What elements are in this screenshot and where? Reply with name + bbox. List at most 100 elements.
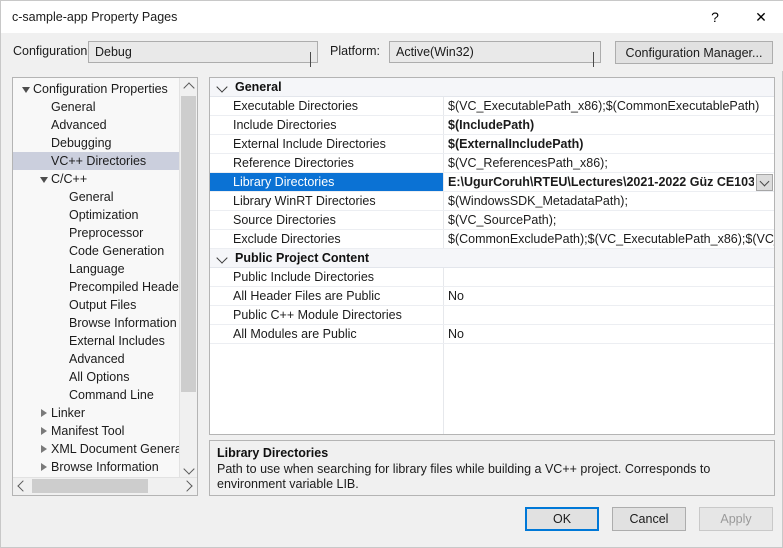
chevron-down-icon[interactable] [216, 81, 228, 93]
tree-item-label: Browse Information [69, 316, 177, 330]
tree-item-optimization[interactable]: Optimization [13, 206, 180, 224]
property-value[interactable]: No [444, 287, 774, 305]
close-button[interactable]: ✕ [738, 1, 783, 32]
tree-horizontal-scroll-thumb[interactable] [32, 479, 148, 493]
property-name: Include Directories [233, 118, 337, 132]
tree-item-language[interactable]: Language [13, 260, 180, 278]
scroll-right-button[interactable] [180, 478, 197, 494]
close-icon: ✕ [755, 8, 767, 25]
grid-row-exclude-directories[interactable]: Exclude Directories $(CommonExcludePath);… [210, 230, 774, 249]
grid-row-include-directories[interactable]: Include Directories $(IncludePath) [210, 116, 774, 135]
tree-item-xml-document-generator[interactable]: XML Document Generator [13, 440, 180, 458]
property-grid-rows: General Executable Directories $(VC_Execut… [210, 78, 774, 344]
property-value-dropdown-button[interactable] [756, 174, 773, 191]
tree-item-label: Preprocessor [69, 226, 144, 240]
property-name: Exclude Directories [233, 232, 341, 246]
grid-row-library-directories[interactable]: Library Directories E:\UgurCoruh\RTEU\Lec… [210, 173, 774, 192]
tree-horizontal-scrollbar[interactable] [13, 477, 197, 495]
configuration-tree-panel: Configuration Properties General Advanced D… [12, 77, 198, 496]
grid-row-executable-directories[interactable]: Executable Directories $(VC_ExecutablePat… [210, 97, 774, 116]
tree-item-label: Manifest Tool [51, 424, 125, 438]
triangle-right-icon[interactable] [37, 404, 51, 421]
tree-item-browse-information[interactable]: Browse Information [13, 458, 180, 476]
grid-row-public-include-directories[interactable]: Public Include Directories [210, 268, 774, 287]
configuration-tree[interactable]: Configuration Properties General Advanced D… [13, 80, 180, 476]
scroll-up-button[interactable] [180, 78, 197, 95]
tree-item-preprocessor[interactable]: Preprocessor [13, 224, 180, 242]
tree-item-command-line[interactable]: Command Line [13, 386, 180, 404]
tree-item-vc-directories[interactable]: VC++ Directories [13, 152, 180, 170]
property-name: All Modules are Public [233, 327, 357, 341]
grid-row-library-winrt-directories[interactable]: Library WinRT Directories $(WindowsSDK_Me… [210, 192, 774, 211]
tree-item-configuration-properties[interactable]: Configuration Properties [13, 80, 180, 98]
tree-item-general[interactable]: General [13, 188, 180, 206]
grid-row-source-directories[interactable]: Source Directories $(VC_SourcePath); [210, 211, 774, 230]
tree-item-browse-information[interactable]: Browse Information [13, 314, 180, 332]
triangle-right-icon[interactable] [37, 440, 51, 457]
tree-item-label: Output Files [69, 298, 137, 312]
configuration-value: Debug [95, 45, 132, 59]
platform-label: Platform: [330, 44, 381, 58]
property-pages-dialog: c-sample-app Property Pages ? ✕ Configur… [0, 0, 783, 548]
tree-item-advanced[interactable]: Advanced [13, 116, 180, 134]
chevron-down-icon[interactable] [216, 252, 228, 264]
grid-row-public-c-module-directories[interactable]: Public C++ Module Directories [210, 306, 774, 325]
property-value[interactable]: $(VC_SourcePath); [444, 211, 774, 229]
tree-item-label: External Includes [69, 334, 165, 348]
tree-item-all-options[interactable]: All Options [13, 368, 180, 386]
tree-item-c-c[interactable]: C/C++ [13, 170, 180, 188]
triangle-right-icon[interactable] [37, 422, 51, 439]
triangle-right-icon[interactable] [37, 458, 51, 475]
tree-item-general[interactable]: General [13, 98, 180, 116]
tree-item-linker[interactable]: Linker [13, 404, 180, 422]
tree-item-label: C/C++ [51, 172, 88, 186]
tree-item-manifest-tool[interactable]: Manifest Tool [13, 422, 180, 440]
grid-category-general[interactable]: General [210, 78, 774, 97]
property-name: Source Directories [233, 213, 336, 227]
property-value[interactable]: $(IncludePath) [444, 116, 774, 134]
property-value[interactable] [444, 268, 774, 286]
property-value[interactable]: No [444, 325, 774, 343]
triangle-down-icon[interactable] [19, 80, 33, 97]
platform-dropdown[interactable]: Active(Win32) [389, 41, 601, 67]
configuration-manager-button[interactable]: Configuration Manager... [615, 41, 773, 64]
tree-item-label: All Options [69, 370, 130, 384]
property-value[interactable]: $(VC_ExecutablePath_x86);$(CommonExecuta… [444, 97, 774, 115]
tree-vertical-scrollbar[interactable] [179, 78, 197, 479]
cancel-button[interactable]: Cancel [612, 507, 686, 531]
tree-item-label: Debugging [51, 136, 112, 150]
tree-item-debugging[interactable]: Debugging [13, 134, 180, 152]
grid-category-label: General [235, 80, 282, 94]
tree-item-label: VC++ Directories [51, 154, 147, 168]
tree-item-code-generation[interactable]: Code Generation [13, 242, 180, 260]
property-value[interactable]: $(WindowsSDK_MetadataPath); [444, 192, 774, 210]
grid-row-all-modules-are-public[interactable]: All Modules are Public No [210, 325, 774, 344]
tree-item-external-includes[interactable]: External Includes [13, 332, 180, 350]
description-title: Library Directories [217, 446, 329, 460]
ok-button[interactable]: OK [525, 507, 599, 531]
chevron-up-icon [182, 82, 195, 94]
grid-row-reference-directories[interactable]: Reference Directories $(VC_ReferencesPath… [210, 154, 774, 173]
tree-item-output-files[interactable]: Output Files [13, 296, 180, 314]
grid-category-public-project-content[interactable]: Public Project Content [210, 249, 774, 268]
property-value[interactable]: $(CommonExcludePath);$(VC_ExecutablePath… [444, 230, 774, 248]
tree-item-advanced[interactable]: Advanced [13, 350, 180, 368]
tree-item-precompiled-headers[interactable]: Precompiled Headers [13, 278, 180, 296]
tree-vertical-scroll-thumb[interactable] [181, 96, 196, 392]
property-value[interactable]: $(VC_ReferencesPath_x86); [444, 154, 774, 172]
window-title: c-sample-app Property Pages [12, 10, 178, 24]
description-panel: Library Directories Path to use when sea… [209, 440, 775, 496]
scroll-left-button[interactable] [13, 478, 30, 494]
property-value[interactable] [444, 306, 774, 324]
grid-row-external-include-directories[interactable]: External Include Directories $(ExternalIn… [210, 135, 774, 154]
grid-row-all-header-files-are-public[interactable]: All Header Files are Public No [210, 287, 774, 306]
help-button[interactable]: ? [692, 1, 738, 32]
tree-item-label: Configuration Properties [33, 82, 168, 96]
description-body: Path to use when searching for library f… [217, 462, 711, 491]
tree-item-label: General [51, 100, 96, 114]
property-grid[interactable]: General Executable Directories $(VC_Execut… [209, 77, 775, 435]
property-value[interactable]: E:\UgurCoruh\RTEU\Lectures\2021-2022 Güz… [444, 173, 754, 191]
configuration-dropdown[interactable]: Debug [88, 41, 318, 67]
triangle-down-icon[interactable] [37, 170, 51, 187]
property-value[interactable]: $(ExternalIncludePath) [444, 135, 774, 153]
